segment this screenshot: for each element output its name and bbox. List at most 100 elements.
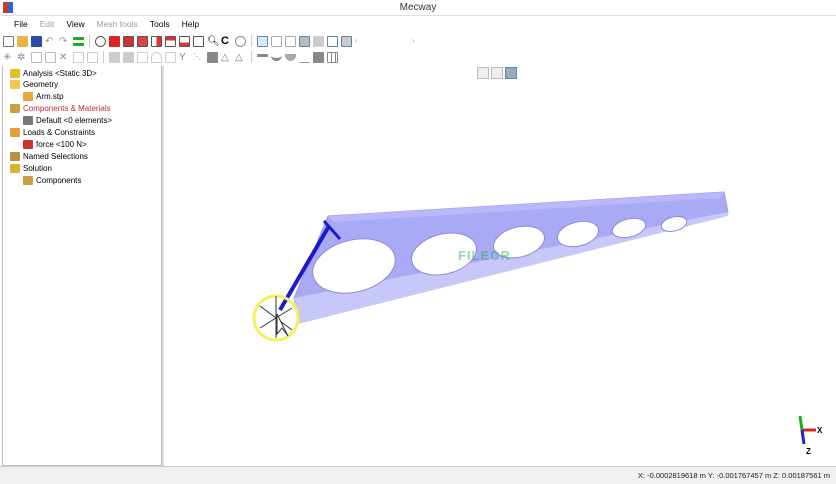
sweep-icon[interactable] — [165, 51, 176, 63]
revolve-icon[interactable] — [151, 51, 162, 63]
surface-icon[interactable] — [207, 51, 218, 63]
axis-triad: X Z — [798, 415, 823, 456]
copy-icon[interactable] — [45, 51, 56, 63]
tree-node[interactable]: force <100 N> — [23, 138, 87, 150]
solve-icon[interactable] — [73, 36, 84, 46]
tree-node[interactable]: Named Selections — [10, 150, 88, 162]
tree-node[interactable]: Solution — [10, 162, 52, 174]
tree-node-label: Analysis <Static 3D> — [23, 68, 97, 78]
menu-mesh-tools[interactable]: Mesh tools — [91, 17, 144, 31]
tree-node-label: Default <0 elements> — [36, 116, 113, 126]
tree-node-label: Arm.stp — [36, 92, 64, 102]
cursor-icon — [259, 296, 293, 338]
3d-viewport[interactable]: X Z FILECR — [164, 66, 836, 466]
mirror-icon[interactable] — [73, 51, 84, 63]
tree-node-label: Components & Materials — [23, 104, 111, 114]
save-icon[interactable] — [31, 35, 42, 47]
open-icon[interactable] — [17, 35, 28, 47]
line-icon[interactable] — [257, 54, 268, 60]
component-icon — [23, 116, 33, 126]
tree-node[interactable]: Default <0 elements> — [23, 115, 112, 127]
solution-icon — [10, 163, 20, 173]
axis-z-label: Z — [806, 447, 811, 456]
scroll-left-icon[interactable]: ‹ — [355, 36, 366, 47]
nodes-icon[interactable]: ✳ — [3, 52, 14, 63]
tree-node[interactable]: Components & Materials — [10, 103, 111, 115]
watermark: FILECR — [458, 248, 511, 263]
mesh-toolbar: ✳ ✲ ✕ Y ⋱ △ △ — [0, 49, 836, 65]
refine-icon[interactable] — [137, 51, 148, 63]
new-icon[interactable] — [3, 35, 14, 47]
redo-icon[interactable]: ↷ — [59, 36, 70, 47]
folder-icon — [10, 80, 20, 90]
view-right-icon[interactable] — [151, 35, 162, 47]
tree-node[interactable]: Analysis <Static 3D> — [10, 67, 97, 79]
geometry-file-icon — [23, 92, 33, 102]
wireframe-icon[interactable] — [327, 35, 338, 47]
loads-icon — [10, 128, 20, 137]
shaded-icon[interactable] — [299, 35, 310, 47]
components-icon — [10, 104, 20, 114]
extrude-icon[interactable] — [87, 51, 98, 63]
tetra-icon[interactable]: △ — [235, 52, 246, 63]
grid-icon[interactable] — [327, 51, 338, 63]
view-back-icon[interactable] — [123, 35, 134, 47]
node-add-icon[interactable]: ✲ — [17, 52, 28, 63]
tree-node[interactable]: Geometry — [10, 79, 58, 91]
tree-node-label: Named Selections — [23, 151, 88, 161]
window-title: Mecway — [399, 2, 437, 13]
analysis-icon — [10, 68, 20, 78]
arc-icon[interactable] — [271, 53, 282, 61]
undo-icon[interactable]: ↶ — [45, 36, 56, 47]
zoom-box-icon[interactable] — [193, 35, 204, 47]
menu-tools[interactable]: Tools — [144, 17, 176, 31]
rotate-icon[interactable]: C — [221, 35, 232, 47]
view-top-icon[interactable] — [165, 35, 176, 47]
view-bottom-icon[interactable] — [179, 35, 190, 47]
named-selections-icon — [10, 151, 20, 161]
triangle-icon[interactable]: △ — [221, 52, 232, 63]
zoom-icon[interactable]: 🔍︎ — [207, 36, 220, 47]
split-icon[interactable] — [123, 51, 134, 63]
mesh-display-icon[interactable] — [341, 35, 352, 47]
force-icon — [23, 139, 33, 149]
tree-node[interactable]: Loads & Constraints — [10, 127, 95, 139]
menu-bar: File Edit View Mesh tools Tools Help — [0, 17, 836, 31]
tree-node-label: force <100 N> — [36, 139, 87, 149]
merge-icon[interactable] — [109, 51, 120, 63]
model-view: X Z — [252, 191, 823, 456]
menu-edit[interactable]: Edit — [34, 17, 61, 31]
view-left-icon[interactable] — [137, 35, 148, 47]
tree-node-label: Geometry — [23, 80, 59, 90]
branch-icon[interactable]: Y — [179, 52, 190, 63]
fillet-icon[interactable] — [285, 53, 296, 61]
model-tree[interactable]: Analysis <Static 3D> Geometry Arm.stp Compo… — [2, 66, 162, 466]
title-bar: Mecway — [0, 0, 836, 16]
scatter-icon[interactable]: ⋱ — [193, 52, 204, 63]
select-icon[interactable] — [257, 35, 268, 47]
tree-node-label: Components — [36, 175, 82, 185]
select-mode-icon[interactable] — [271, 35, 282, 47]
cursor-coordinates: X: -0.0002819618 m Y: -0.001767457 m Z: … — [637, 471, 830, 480]
view-front-icon[interactable] — [109, 35, 120, 47]
hide-icon[interactable] — [285, 35, 296, 47]
tree-node-label: Solution — [23, 163, 52, 173]
status-bar: X: -0.0002819618 m Y: -0.001767457 m Z: … — [0, 466, 836, 484]
tree-node[interactable]: Arm.stp — [23, 91, 64, 103]
tree-node[interactable]: Components — [23, 174, 81, 186]
dimension-icon[interactable] — [299, 52, 310, 63]
tree-node-label: Loads & Constraints — [23, 128, 96, 137]
menu-view[interactable]: View — [60, 17, 90, 31]
transparent-icon[interactable] — [313, 35, 324, 47]
menu-help[interactable]: Help — [176, 17, 205, 31]
axis-x-label: X — [817, 426, 823, 435]
element-icon[interactable] — [31, 51, 42, 63]
zoom-fit-icon[interactable] — [235, 35, 246, 47]
components-icon — [23, 175, 33, 185]
beam-model — [293, 191, 729, 324]
scroll-right-icon[interactable]: › — [412, 36, 423, 47]
fill-icon[interactable] — [313, 51, 324, 63]
menu-file[interactable]: File — [8, 17, 34, 31]
delete-icon[interactable]: ✕ — [59, 52, 70, 63]
view-iso-icon[interactable] — [95, 35, 106, 47]
